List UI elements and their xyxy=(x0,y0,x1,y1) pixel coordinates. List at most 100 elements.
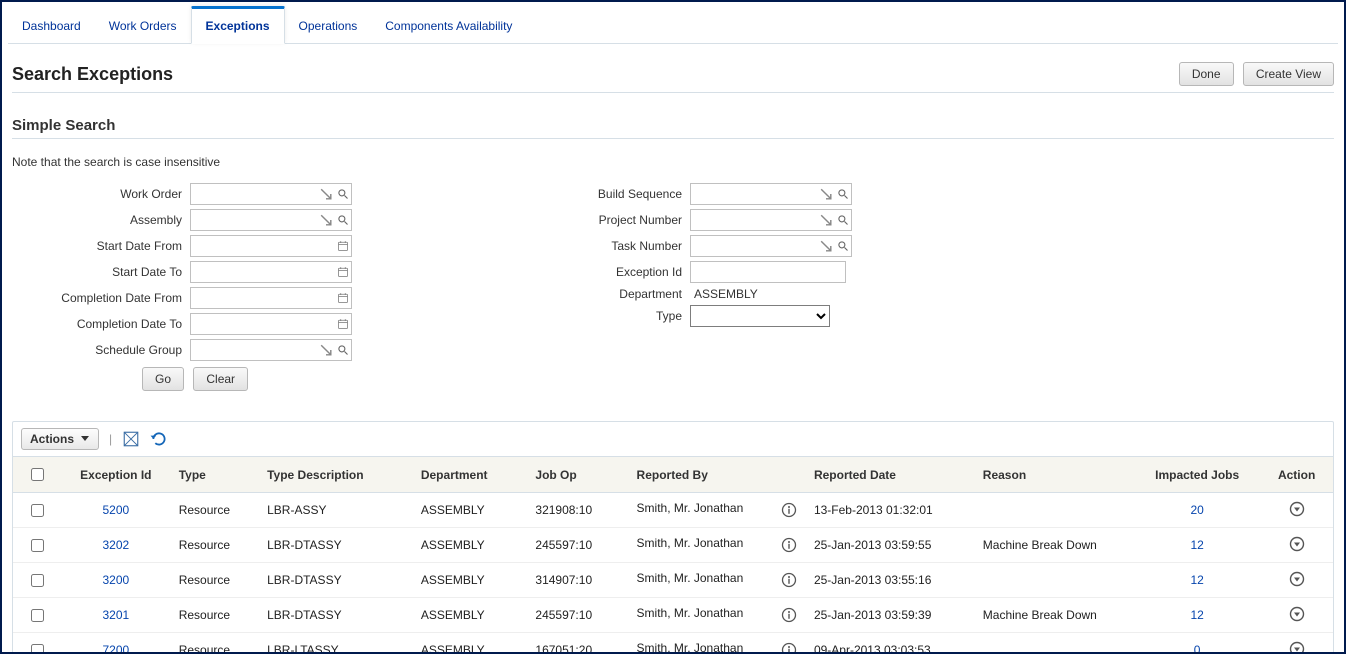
refresh-icon[interactable] xyxy=(150,430,168,448)
start-date-to-input[interactable] xyxy=(190,261,352,283)
work-order-input[interactable] xyxy=(190,183,352,205)
build-sequence-input[interactable] xyxy=(690,183,852,205)
row-action-menu-icon[interactable] xyxy=(1288,605,1306,623)
project-number-input[interactable] xyxy=(690,209,852,231)
cell-department: ASSEMBLY xyxy=(413,563,528,598)
done-button[interactable]: Done xyxy=(1179,62,1234,86)
start-date-to-field[interactable] xyxy=(191,263,335,281)
exception-id-link[interactable]: 3200 xyxy=(102,573,129,587)
exception-id-field[interactable] xyxy=(690,261,846,283)
actions-menu[interactable]: Actions xyxy=(21,428,99,450)
type-select[interactable] xyxy=(690,305,830,327)
project-number-field[interactable] xyxy=(691,211,817,229)
info-icon[interactable] xyxy=(780,501,798,519)
cell-job-op: 321908:10 xyxy=(527,493,628,528)
row-checkbox[interactable] xyxy=(31,574,44,587)
completion-date-from-field[interactable] xyxy=(191,289,335,307)
info-icon[interactable] xyxy=(780,641,798,654)
start-date-from-input[interactable] xyxy=(190,235,352,257)
impacted-jobs-link[interactable]: 12 xyxy=(1190,608,1203,622)
row-action-menu-icon[interactable] xyxy=(1288,535,1306,553)
impacted-jobs-link[interactable]: 12 xyxy=(1190,538,1203,552)
cell-reason xyxy=(975,633,1134,655)
calendar-icon[interactable] xyxy=(335,237,351,255)
work-order-field[interactable] xyxy=(191,185,317,203)
tab-work-orders[interactable]: Work Orders xyxy=(95,9,191,43)
tab-exceptions[interactable]: Exceptions xyxy=(191,6,285,44)
row-action-menu-icon[interactable] xyxy=(1288,500,1306,518)
detach-icon[interactable] xyxy=(122,430,140,448)
lov-expand-icon[interactable] xyxy=(317,341,334,359)
row-checkbox[interactable] xyxy=(31,644,44,655)
row-action-menu-icon[interactable] xyxy=(1288,570,1306,588)
cell-department: ASSEMBLY xyxy=(413,633,528,655)
calendar-icon[interactable] xyxy=(335,315,351,333)
calendar-icon[interactable] xyxy=(335,289,351,307)
clear-button[interactable]: Clear xyxy=(193,367,248,391)
task-number-input[interactable] xyxy=(690,235,852,257)
table-row: 5200ResourceLBR-ASSYASSEMBLY321908:10Smi… xyxy=(13,493,1333,528)
department-label: Department xyxy=(512,287,690,301)
select-all-checkbox[interactable] xyxy=(31,468,44,481)
info-icon[interactable] xyxy=(780,536,798,554)
assembly-input[interactable] xyxy=(190,209,352,231)
search-icon[interactable] xyxy=(834,185,851,203)
impacted-jobs-link[interactable]: 20 xyxy=(1190,503,1203,517)
cell-job-op: 167051:20 xyxy=(527,633,628,655)
info-icon[interactable] xyxy=(780,571,798,589)
cell-reported-date: 13-Feb-2013 01:32:01 xyxy=(806,493,975,528)
cell-reported-date: 25-Jan-2013 03:55:16 xyxy=(806,563,975,598)
impacted-jobs-link[interactable]: 12 xyxy=(1190,573,1203,587)
search-icon[interactable] xyxy=(334,341,351,359)
start-date-from-field[interactable] xyxy=(191,237,335,255)
schedule-group-field[interactable] xyxy=(191,341,317,359)
tab-dashboard[interactable]: Dashboard xyxy=(8,9,95,43)
col-reported-by: Reported By xyxy=(629,457,806,493)
info-icon[interactable] xyxy=(780,606,798,624)
impacted-jobs-link[interactable]: 0 xyxy=(1194,643,1201,654)
search-icon[interactable] xyxy=(334,211,351,229)
cell-reason xyxy=(975,563,1134,598)
build-sequence-field[interactable] xyxy=(691,185,817,203)
cell-reason xyxy=(975,493,1134,528)
search-icon[interactable] xyxy=(834,237,851,255)
lov-expand-icon[interactable] xyxy=(317,211,334,229)
lov-expand-icon[interactable] xyxy=(817,185,834,203)
assembly-field[interactable] xyxy=(191,211,317,229)
col-job-op: Job Op xyxy=(527,457,628,493)
exception-id-link[interactable]: 5200 xyxy=(102,503,129,517)
create-view-button[interactable]: Create View xyxy=(1243,62,1334,86)
cell-reported-by: Smith, Mr. Jonathan xyxy=(629,528,806,563)
search-right-col: Build Sequence Project Number xyxy=(512,183,852,391)
completion-date-to-field[interactable] xyxy=(191,315,335,333)
task-number-field[interactable] xyxy=(691,237,817,255)
exception-id-link[interactable]: 3201 xyxy=(102,608,129,622)
row-checkbox[interactable] xyxy=(31,504,44,517)
schedule-group-input[interactable] xyxy=(190,339,352,361)
search-icon[interactable] xyxy=(834,211,851,229)
row-checkbox[interactable] xyxy=(31,609,44,622)
cell-reported-by: Smith, Mr. Jonathan xyxy=(629,598,806,633)
cell-reason: Machine Break Down xyxy=(975,528,1134,563)
type-label: Type xyxy=(512,309,690,323)
tab-components-availability[interactable]: Components Availability xyxy=(371,9,526,43)
task-number-label: Task Number xyxy=(512,239,690,253)
cell-type-description: LBR-LTASSY xyxy=(259,633,413,655)
exception-id-link[interactable]: 3202 xyxy=(102,538,129,552)
go-button[interactable]: Go xyxy=(142,367,184,391)
calendar-icon[interactable] xyxy=(335,263,351,281)
row-action-menu-icon[interactable] xyxy=(1288,640,1306,654)
row-checkbox[interactable] xyxy=(31,539,44,552)
lov-expand-icon[interactable] xyxy=(817,237,834,255)
lov-expand-icon[interactable] xyxy=(817,211,834,229)
tab-operations[interactable]: Operations xyxy=(285,9,372,43)
exception-id-input[interactable] xyxy=(690,261,846,283)
project-number-label: Project Number xyxy=(512,213,690,227)
lov-expand-icon[interactable] xyxy=(317,185,334,203)
completion-date-to-input[interactable] xyxy=(190,313,352,335)
completion-date-from-input[interactable] xyxy=(190,287,352,309)
search-icon[interactable] xyxy=(334,185,351,203)
cell-reported-date: 25-Jan-2013 03:59:39 xyxy=(806,598,975,633)
exception-id-link[interactable]: 7200 xyxy=(102,643,129,654)
type-dropdown[interactable] xyxy=(690,305,830,327)
